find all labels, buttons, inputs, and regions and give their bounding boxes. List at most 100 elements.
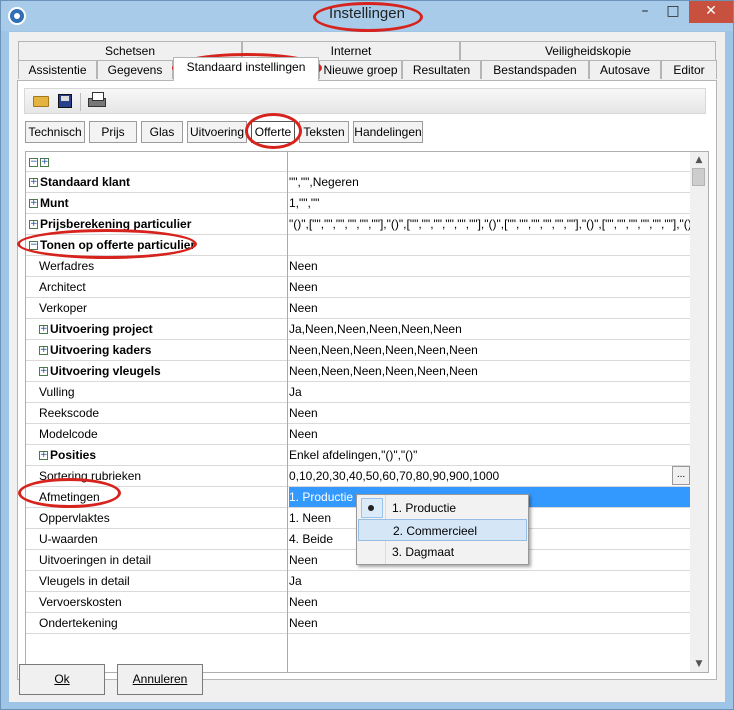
property-name: Werfadres — [26, 256, 287, 276]
property-value[interactable]: Neen — [289, 424, 690, 444]
grid-row[interactable]: Architect Neen — [26, 277, 690, 298]
property-value[interactable]: 1,"","" — [289, 193, 690, 213]
maximize-button[interactable]: □ — [659, 1, 687, 23]
ok-button[interactable]: Ok — [19, 664, 105, 695]
option-label: 2. Commercieel — [393, 524, 478, 538]
subtab-glas[interactable]: Glas — [141, 121, 183, 143]
property-value-text: Neen,Neen,Neen,Neen,Neen,Neen — [289, 343, 478, 357]
tab-nieuwe-groep[interactable]: Nieuwe groep — [319, 60, 402, 79]
subtab-teksten[interactable]: Teksten — [299, 121, 349, 143]
property-value[interactable]: Neen — [289, 403, 690, 423]
property-value[interactable]: Ja — [289, 382, 690, 402]
expand-icon[interactable]: + — [29, 178, 38, 188]
property-value[interactable]: Neen,Neen,Neen,Neen,Neen,Neen — [289, 340, 690, 360]
scroll-up-icon[interactable]: ▲ — [690, 152, 708, 168]
grid-row[interactable]: + Prijsberekening particulier "()",["","",… — [26, 214, 690, 235]
property-grid: − + + Standaard klant "","",Negeren + Munt 1,"… — [25, 151, 709, 673]
print-icon[interactable] — [87, 92, 107, 110]
open-folder-icon[interactable] — [31, 92, 51, 110]
collapse-all-icon[interactable]: − — [29, 158, 38, 168]
grid-row[interactable]: Modelcode Neen — [26, 424, 690, 445]
expand-all-icon[interactable]: + — [40, 158, 49, 168]
property-name: Uitvoeringen in detail — [26, 550, 287, 570]
property-name: + Standaard klant — [26, 172, 287, 192]
grid-row[interactable]: Verkoper Neen — [26, 298, 690, 319]
dropdown-option-dagmaat[interactable]: 3. Dagmaat — [358, 541, 527, 563]
expand-icon[interactable]: + — [39, 451, 48, 461]
subtab-prijs[interactable]: Prijs — [89, 121, 137, 143]
property-name: Oppervlaktes — [26, 508, 287, 528]
save-icon[interactable] — [55, 92, 75, 110]
property-value[interactable]: Neen — [289, 277, 690, 297]
property-value[interactable]: Neen — [289, 613, 690, 633]
grid-row[interactable]: Vervoerskosten Neen — [26, 592, 690, 613]
grid-row[interactable]: Vleugels in detail Ja — [26, 571, 690, 592]
grid-row[interactable]: + Uitvoering vleugels Neen,Neen,Neen,Neen,… — [26, 361, 690, 382]
property-value[interactable]: "()",["","","","","",""],"()",["","","",… — [289, 214, 690, 234]
property-value[interactable]: Enkel afdelingen,"()","()" — [289, 445, 690, 465]
property-value-text: "","",Negeren — [289, 175, 359, 189]
property-label: Architect — [39, 280, 86, 294]
grid-row[interactable]: + Posities Enkel afdelingen,"()","()" — [26, 445, 690, 466]
property-value[interactable]: Neen — [289, 298, 690, 318]
grid-row[interactable]: Werfadres Neen — [26, 256, 690, 277]
property-name: − Tonen op offerte particulier — [26, 235, 287, 255]
grid-row[interactable]: Vulling Ja — [26, 382, 690, 403]
expand-icon[interactable]: + — [29, 199, 38, 209]
cancel-button[interactable]: Annuleren — [117, 664, 203, 695]
scroll-down-icon[interactable]: ▼ — [690, 656, 708, 672]
property-label: Uitvoeringen in detail — [39, 553, 152, 567]
subtab-handelingen[interactable]: Handelingen — [353, 121, 423, 143]
property-name: + Uitvoering project — [26, 319, 287, 339]
property-label: Uitvoering project — [50, 322, 153, 336]
expand-icon[interactable]: + — [39, 325, 48, 335]
property-value[interactable]: Neen — [289, 256, 690, 276]
grid-row[interactable]: + Uitvoering project Ja,Neen,Neen,Neen,Nee… — [26, 319, 690, 340]
close-button[interactable]: ✕ — [689, 1, 733, 23]
tab-editor[interactable]: Editor — [661, 60, 717, 79]
expand-icon[interactable]: + — [39, 367, 48, 377]
expand-icon[interactable]: + — [39, 346, 48, 356]
grid-row[interactable]: Ondertekening Neen — [26, 613, 690, 634]
property-value-text: Neen — [289, 553, 318, 567]
tab-autosave[interactable]: Autosave — [589, 60, 661, 79]
property-value-text: Neen — [289, 616, 318, 630]
property-value[interactable]: Neen — [289, 592, 690, 612]
property-name: U-waarden — [26, 529, 287, 549]
scroll-thumb[interactable] — [692, 168, 705, 186]
tab-gegevens[interactable]: Gegevens — [97, 60, 173, 79]
property-value[interactable]: Neen,Neen,Neen,Neen,Neen,Neen — [289, 361, 690, 381]
grid-row[interactable]: Reekscode Neen — [26, 403, 690, 424]
property-value-text: Ja — [289, 385, 302, 399]
dropdown-option-commercieel[interactable]: 2. Commercieel — [358, 519, 527, 541]
tab-veiligheidskopie[interactable]: Veiligheidskopie — [460, 41, 716, 60]
minimize-button[interactable]: – — [631, 1, 659, 23]
property-value-text: Ja,Neen,Neen,Neen,Neen,Neen — [289, 322, 462, 336]
property-value[interactable]: "","",Negeren — [289, 172, 690, 192]
subtab-uitvoering[interactable]: Uitvoering — [187, 121, 247, 143]
tab-assistentie[interactable]: Assistentie — [18, 60, 97, 79]
tab-standaard-instellingen[interactable]: Standaard instellingen — [173, 57, 319, 81]
tab-bestandspaden[interactable]: Bestandspaden — [481, 60, 589, 79]
grid-column-divider[interactable] — [287, 152, 288, 672]
grid-row[interactable]: + Munt 1,"","" — [26, 193, 690, 214]
subtab-technisch[interactable]: Technisch — [25, 121, 85, 143]
grid-row[interactable]: + Standaard klant "","",Negeren — [26, 172, 690, 193]
grid-row[interactable]: + Uitvoering kaders Neen,Neen,Neen,Neen,Ne… — [26, 340, 690, 361]
tab-resultaten[interactable]: Resultaten — [402, 60, 481, 79]
ellipsis-button[interactable]: ... — [672, 466, 690, 485]
expand-icon[interactable]: + — [29, 220, 38, 230]
dropdown-option-productie[interactable]: 1. Productie — [358, 497, 527, 519]
property-value[interactable] — [289, 235, 690, 255]
subtab-offerte[interactable]: Offerte — [251, 121, 295, 143]
property-value[interactable]: 0,10,20,30,40,50,60,70,80,90,900,1000... — [289, 466, 690, 486]
property-value-text: 1. Neen — [289, 511, 332, 525]
window-title: Instellingen — [329, 5, 405, 22]
collapse-icon[interactable]: − — [29, 241, 38, 251]
property-label: Prijsberekening particulier — [40, 217, 192, 231]
vertical-scrollbar[interactable]: ▲ ▼ — [690, 152, 708, 672]
property-value[interactable]: Ja,Neen,Neen,Neen,Neen,Neen — [289, 319, 690, 339]
grid-row[interactable]: Sortering rubrieken 0,10,20,30,40,50,60,7… — [26, 466, 690, 487]
grid-row[interactable]: − Tonen op offerte particulier — [26, 235, 690, 256]
property-value[interactable]: Ja — [289, 571, 690, 591]
